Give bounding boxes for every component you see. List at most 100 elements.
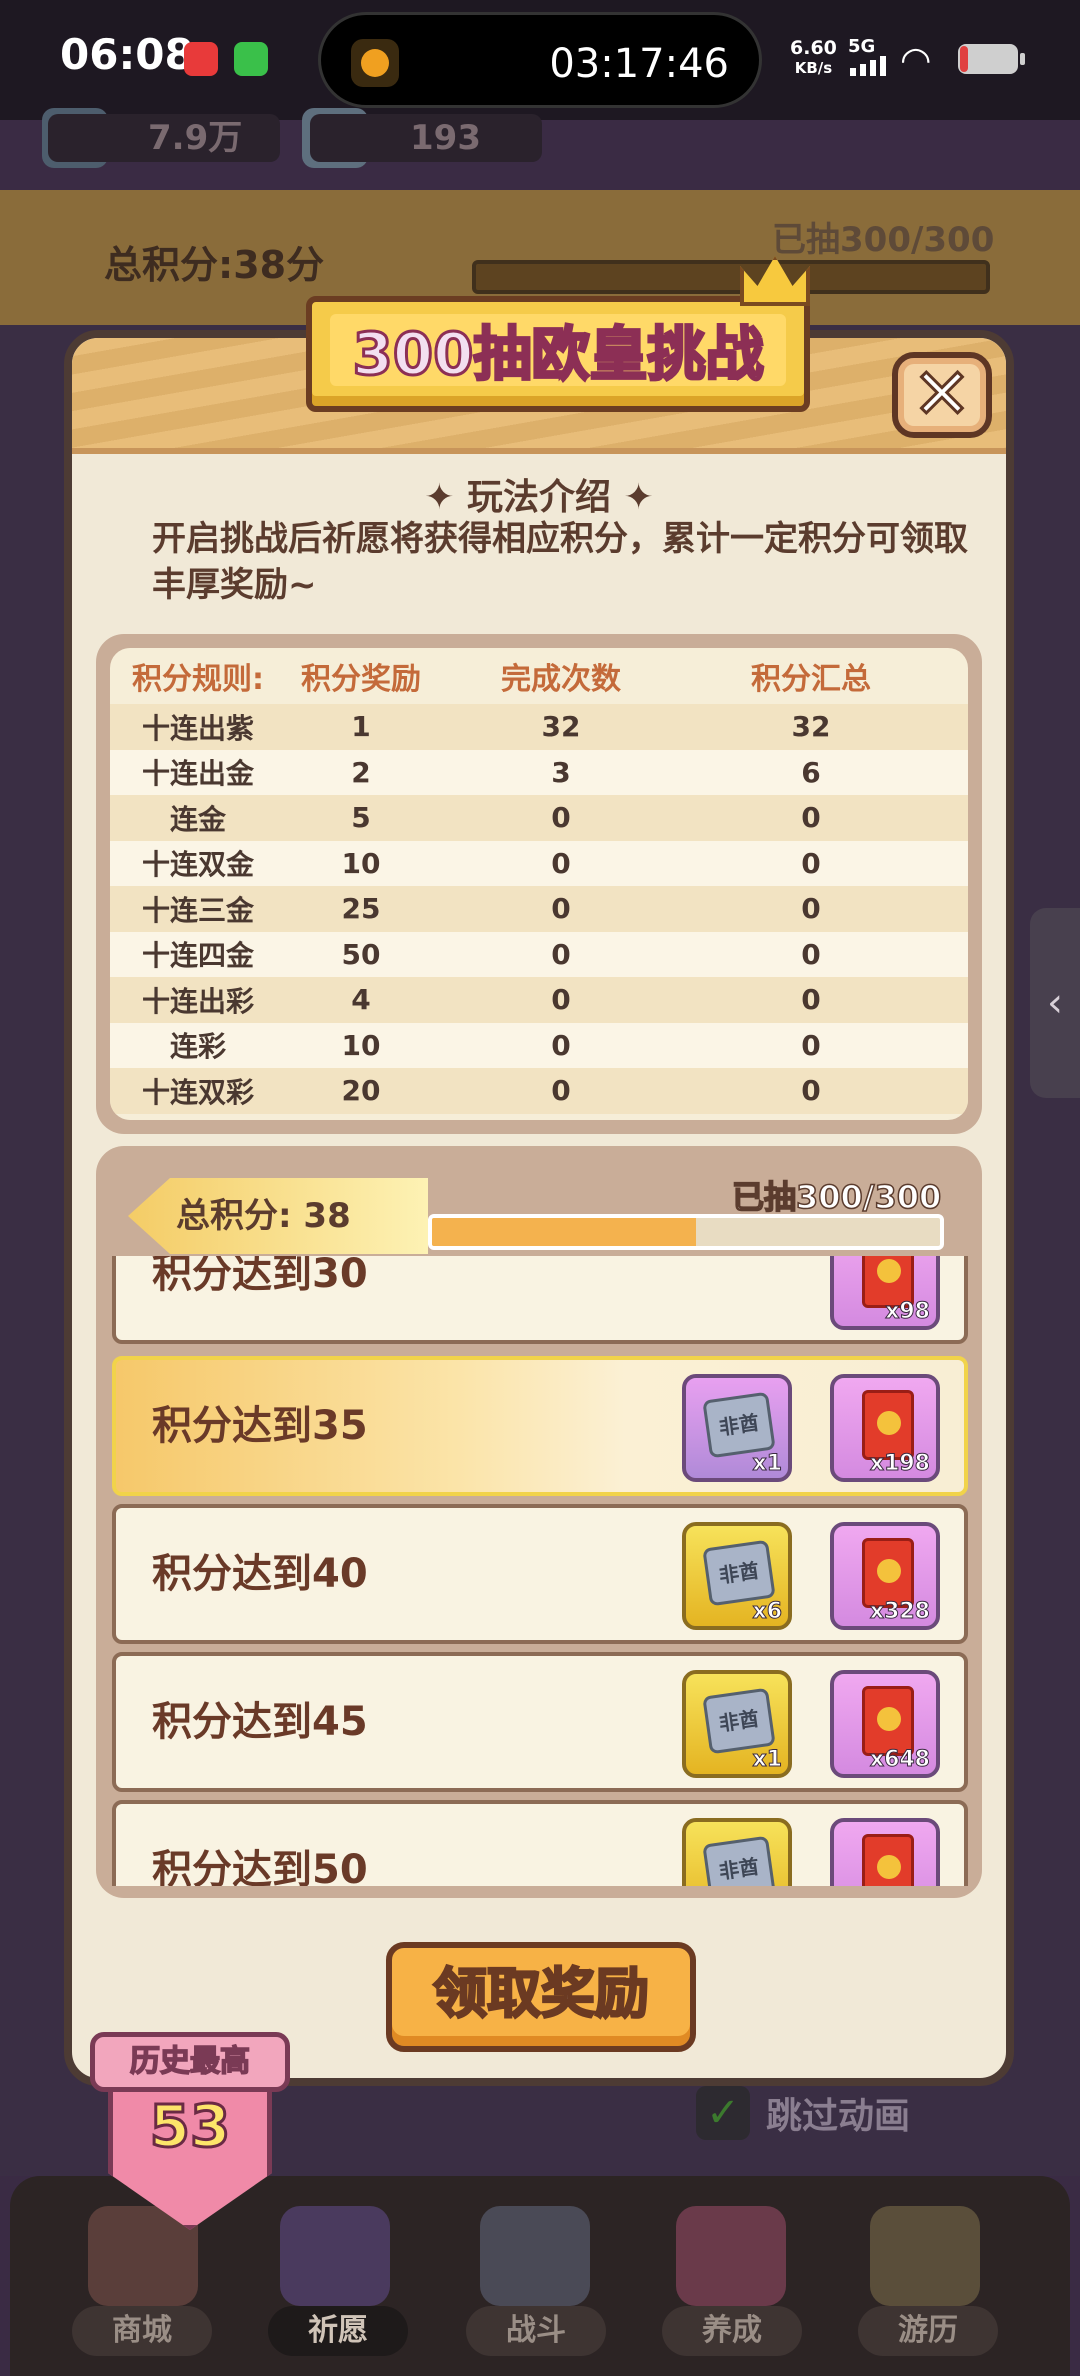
rules-cell-points: 4 — [351, 983, 371, 1017]
rules-cell-total: 6 — [801, 755, 821, 789]
red-envelope-icon — [862, 1538, 914, 1608]
history-best-badge: 历史最高 53 — [90, 2032, 290, 2242]
rules-header-total: 积分汇总 — [751, 662, 871, 697]
rules-cell-points: 5 — [351, 801, 371, 835]
rules-cell-rule: 十连出紫 — [141, 711, 254, 745]
reward-row[interactable]: 积分达到40 非酋 x6 x328 — [112, 1504, 968, 1644]
rules-cell-count: 0 — [551, 1028, 571, 1062]
resource-gems[interactable]: 7.9万 — [48, 114, 280, 162]
battery-icon — [958, 44, 1025, 74]
reward-label: 积分达到45 — [152, 1699, 368, 1745]
voucher-item[interactable]: 非酋 x1 — [682, 1670, 792, 1778]
map-icon — [870, 2206, 980, 2306]
rules-row: 十连双彩 20 0 0 — [110, 1068, 968, 1114]
rules-cell-points: 10 — [341, 1028, 381, 1062]
rules-cell-rule: 十连四金 — [141, 939, 254, 973]
reward-label: 积分达到30 — [152, 1256, 368, 1297]
rules-cell-rule: 连金 — [169, 802, 226, 836]
signal-icon — [850, 56, 886, 76]
net-speed: 6.60 KB/s — [790, 37, 837, 77]
rules-cell-rule: 连彩 — [169, 1030, 226, 1064]
app-notification-icon — [184, 42, 218, 76]
nav-battle[interactable]: 战斗 — [466, 2306, 606, 2356]
rules-row: 十连出紫 1 32 32 — [110, 704, 968, 750]
modal-title-plaque: 300抽欧皇挑战 — [306, 296, 810, 412]
dynamic-island[interactable]: 03:17:46 — [318, 12, 762, 108]
status-bar: 06:08 03:17:46 6.60 KB/s 5G ◠ — [0, 0, 1080, 120]
voucher-icon: 非酋 — [702, 1539, 776, 1607]
checkmark-icon: ✓ — [696, 2086, 750, 2140]
red-envelope-item[interactable]: x98 — [830, 1256, 940, 1330]
item-quantity: x328 — [869, 1599, 930, 1625]
red-envelope-icon — [862, 1834, 914, 1886]
rules-header-count: 完成次数 — [501, 662, 621, 697]
rules-cell-total: 0 — [801, 892, 821, 926]
rules-cell-total: 0 — [801, 937, 821, 971]
voucher-icon: 非酋 — [702, 1687, 776, 1755]
red-envelope-item[interactable]: x648 — [830, 1670, 940, 1778]
history-best-label: 历史最高 — [90, 2032, 290, 2092]
rules-cell-total: 0 — [801, 801, 821, 835]
rules-cell-points: 2 — [351, 755, 371, 789]
nav-wish[interactable]: 祈愿 — [268, 2306, 408, 2356]
rules-cell-rule: 十连出金 — [141, 757, 254, 791]
history-best-value: 53 — [148, 2091, 232, 2162]
red-envelope-icon — [862, 1390, 914, 1460]
reward-list[interactable]: 积分达到30 x98 积分达到35 非酋 x1 x198 积分达到40 非酋 x… — [112, 1256, 968, 1886]
item-quantity: x98 — [885, 1299, 931, 1325]
rules-cell-rule: 十连三金 — [141, 893, 254, 927]
side-expand-tab[interactable]: ‹ — [1030, 908, 1080, 1098]
background-drawn-count: 已抽300/300 — [772, 220, 995, 260]
rules-table: 积分规则: 积分奖励 完成次数 积分汇总 十连出紫 1 32 32 十连出金 2 3 6 连金 5… — [96, 634, 982, 1134]
nav-develop[interactable]: 养成 — [662, 2306, 802, 2356]
reward-label: 积分达到35 — [152, 1403, 368, 1449]
intro-title: ✦ 玩法介绍 ✦ — [424, 477, 654, 518]
modal-title: 300抽欧皇挑战 — [330, 314, 786, 390]
skip-animation-toggle[interactable]: ✓ 跳过动画 — [696, 2086, 910, 2140]
rules-cell-count: 0 — [551, 892, 571, 926]
rules-row: 连彩 10 0 0 — [110, 1022, 968, 1068]
reward-row[interactable]: 积分达到30 x98 — [112, 1256, 968, 1344]
item-quantity: x198 — [869, 1451, 930, 1477]
item-quantity: x1 — [752, 1747, 782, 1773]
intro-text: 开启挑战后祈愿将获得相应积分，累计一定积分可领取丰厚奖励~ — [152, 519, 968, 605]
voucher-icon: 非酋 — [702, 1835, 776, 1886]
total-score-tag: 总积分: 38 — [128, 1178, 428, 1254]
wechat-notification-icon — [234, 42, 268, 76]
rules-row: 连金 5 0 0 — [110, 795, 968, 841]
voucher-item[interactable]: 非酋 x2 — [682, 1818, 792, 1886]
voucher-item[interactable]: 非酋 x6 — [682, 1522, 792, 1630]
rules-cell-points: 1 — [351, 710, 371, 744]
rules-cell-total: 0 — [801, 1074, 821, 1108]
paw-icon — [676, 2206, 786, 2306]
drawn-count: 已抽300/300 — [731, 1177, 942, 1217]
red-envelope-item[interactable]: x1200 — [830, 1818, 940, 1886]
claim-reward-button[interactable]: 领取奖励 — [386, 1942, 696, 2052]
rules-cell-rule: 十连双彩 — [141, 1075, 254, 1109]
red-envelope-icon — [862, 1686, 914, 1756]
rules-header-rule: 积分规则: — [132, 662, 264, 697]
rules-cell-count: 0 — [551, 937, 571, 971]
rules-row: 十连四金 50 0 0 — [110, 931, 968, 977]
stopwatch-icon — [351, 39, 399, 87]
nav-travel[interactable]: 游历 — [858, 2306, 998, 2356]
rules-cell-total: 32 — [791, 710, 831, 744]
close-button[interactable]: ✕ — [892, 352, 992, 438]
rules-cell-total: 0 — [801, 983, 821, 1017]
red-envelope-item[interactable]: x198 — [830, 1374, 940, 1482]
reward-row-current[interactable]: 积分达到35 非酋 x1 x198 — [112, 1356, 968, 1496]
rules-cell-points: 50 — [341, 937, 381, 971]
voucher-icon: 非酋 — [702, 1391, 776, 1459]
item-quantity: x6 — [752, 1599, 782, 1625]
battle-swords-icon — [480, 2206, 590, 2306]
voucher-item[interactable]: 非酋 x1 — [682, 1374, 792, 1482]
reward-row[interactable]: 积分达到45 非酋 x1 x648 — [112, 1652, 968, 1792]
resource-tickets[interactable]: 193 — [310, 114, 542, 162]
nav-shop[interactable]: 商城 — [72, 2306, 212, 2356]
red-envelope-item[interactable]: x328 — [830, 1522, 940, 1630]
rules-header-points: 积分奖励 — [301, 662, 421, 697]
reward-row[interactable]: 积分达到50 非酋 x2 x1200 — [112, 1800, 968, 1886]
item-quantity: x1 — [752, 1451, 782, 1477]
rules-row: 十连三金 25 0 0 — [110, 886, 968, 932]
rules-row: 十连出金 2 3 6 — [110, 749, 968, 795]
